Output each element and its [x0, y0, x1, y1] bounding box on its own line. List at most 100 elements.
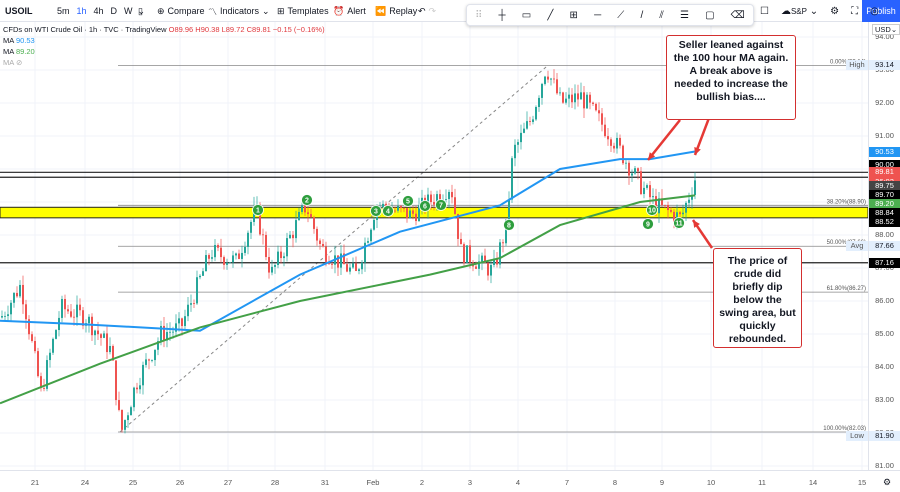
- swing-marker-label: 6: [423, 204, 427, 211]
- tf-4h[interactable]: 4h: [92, 6, 106, 16]
- candle-body: [361, 262, 363, 270]
- candle-body: [664, 204, 666, 206]
- tf-5m[interactable]: 5m: [55, 6, 72, 16]
- tf-1h[interactable]: 1h: [75, 6, 89, 16]
- undo-icon[interactable]: ↶: [418, 6, 426, 17]
- date-tick: 15: [857, 478, 867, 487]
- layout-icon[interactable]: ☐: [760, 6, 769, 17]
- parallel-channel-icon[interactable]: ⫽: [659, 10, 663, 21]
- candle-body: [238, 253, 240, 259]
- candle-body: [445, 199, 447, 200]
- candle-body: [154, 349, 156, 361]
- swing-marker-label: 10: [648, 208, 656, 215]
- fib-level-label: 61.80%(86.27): [827, 286, 866, 292]
- cloud-save[interactable]: ☁S&P ⌄: [781, 6, 818, 17]
- price-tick: 91.00: [875, 131, 894, 140]
- candle-body: [301, 205, 303, 212]
- ma1-label[interactable]: MA: [3, 36, 14, 45]
- replay-button[interactable]: ⏪ Replay: [375, 0, 417, 22]
- symbol-search[interactable]: USOIL: [5, 0, 33, 22]
- candle-body: [175, 323, 177, 332]
- candle-body: [667, 205, 669, 211]
- templates-button[interactable]: ⊞ Templates: [277, 0, 329, 22]
- candle-body: [550, 78, 552, 80]
- candle-body: [538, 97, 540, 107]
- candle-body: [286, 238, 288, 257]
- fib-grid-icon[interactable]: ⊞: [570, 10, 578, 21]
- price-label: 88.52: [869, 217, 900, 228]
- candle-body: [559, 92, 561, 94]
- redo-icon[interactable]: ↷: [429, 6, 437, 17]
- candle-body: [172, 331, 174, 333]
- candle-body: [634, 168, 636, 174]
- compare-button[interactable]: ⊕ Compare: [157, 0, 205, 22]
- fib-retracement-icon[interactable]: ☰: [680, 10, 689, 21]
- candle-body: [403, 207, 405, 209]
- candle-body: [313, 217, 315, 229]
- candle-body: [181, 318, 183, 327]
- price-label: 90.53: [869, 146, 900, 157]
- compare-label: Compare: [167, 6, 205, 16]
- candle-body: [631, 173, 633, 176]
- price-tick: 92.00: [875, 98, 894, 107]
- camera-icon[interactable]: ◎: [870, 6, 879, 17]
- swing-marker-label: 1: [256, 208, 260, 215]
- chart-type-button[interactable]: ▯: [138, 0, 143, 22]
- candle-body: [190, 303, 192, 305]
- date-tick: 8: [612, 478, 618, 487]
- candle-body: [394, 210, 396, 212]
- candle-body: [457, 213, 459, 239]
- callout-icon[interactable]: ▭: [522, 10, 531, 21]
- tf-d[interactable]: D: [109, 6, 120, 16]
- fullscreen-icon[interactable]: ⛶: [851, 6, 858, 17]
- candle-body: [619, 137, 621, 146]
- horizontal-ray-icon[interactable]: ─: [594, 10, 601, 21]
- candle-body: [7, 314, 9, 316]
- settings-gear-icon[interactable]: ⚙: [883, 477, 891, 488]
- drag-handle-icon[interactable]: ⠿: [475, 10, 482, 21]
- currency-label: USD: [875, 25, 891, 34]
- candle-body: [649, 185, 651, 198]
- extended-line-icon[interactable]: /: [640, 10, 643, 21]
- eye-hidden-icon[interactable]: ⊘: [16, 58, 22, 67]
- candle-body: [97, 330, 99, 335]
- candle-body: [355, 263, 357, 272]
- eraser-icon[interactable]: ⌫: [731, 10, 745, 21]
- candle-body: [196, 277, 198, 304]
- candle-body: [520, 132, 522, 143]
- tf-w[interactable]: W: [122, 6, 135, 16]
- candle-body: [577, 93, 579, 100]
- price-label: 89.81: [869, 166, 900, 177]
- candle-body: [382, 203, 384, 208]
- candle-body: [679, 212, 681, 215]
- candle-body: [262, 234, 264, 236]
- candle-body: [370, 229, 372, 242]
- candle-body: [133, 387, 135, 408]
- candle-body: [295, 220, 297, 239]
- candle-body: [508, 199, 510, 220]
- indicators-button[interactable]: 〽 Indicators ⌄: [208, 0, 270, 22]
- candle-body: [76, 304, 78, 318]
- rectangle-icon[interactable]: ▢: [705, 10, 714, 21]
- ma2-label[interactable]: MA: [3, 47, 14, 56]
- candle-body: [214, 245, 216, 258]
- alert-button[interactable]: ⏰ Alert: [333, 0, 366, 22]
- candle-body: [268, 257, 270, 273]
- candle-body: [526, 121, 528, 129]
- trendline-icon[interactable]: ╱: [547, 10, 553, 21]
- vertical-line-icon[interactable]: ┼: [499, 10, 506, 21]
- candle-body: [226, 262, 228, 265]
- ma3-label[interactable]: MA: [3, 58, 14, 67]
- candle-body: [178, 318, 180, 324]
- candle-body: [451, 191, 453, 198]
- annotation-bottom: The price of crude did briefly dip below…: [713, 248, 802, 348]
- ray-icon[interactable]: ⟋: [617, 10, 624, 21]
- gear-icon[interactable]: ⚙: [830, 6, 839, 17]
- candle-body: [352, 263, 354, 268]
- candle-body: [199, 275, 201, 278]
- currency-select[interactable]: USD⌄: [872, 24, 900, 35]
- candle-body: [247, 232, 249, 247]
- date-tick: 4: [515, 478, 521, 487]
- price-label: 81.90: [869, 431, 900, 442]
- indicators-label: Indicators: [220, 6, 260, 16]
